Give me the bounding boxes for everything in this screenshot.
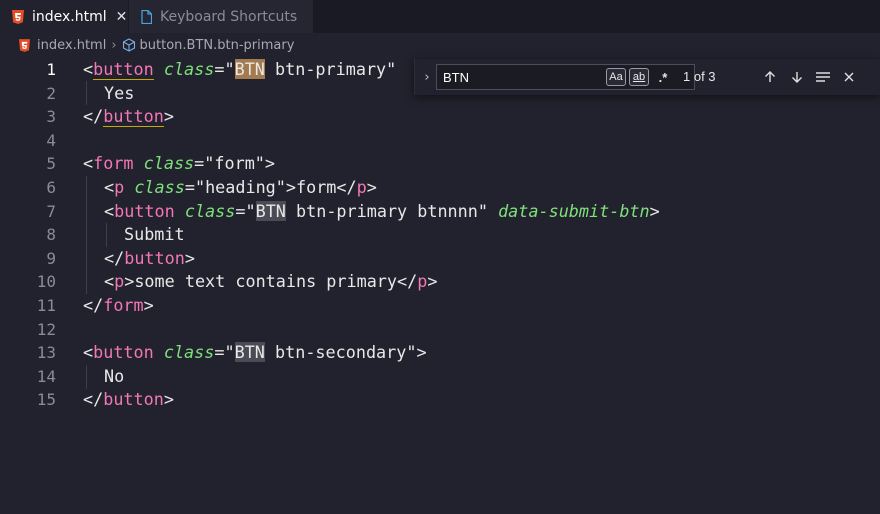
code-line: 7 <button class="BTN btn-primary btnnnn"… <box>0 200 880 224</box>
code-text[interactable]: <button class="BTN btn-secondary"> <box>83 341 427 365</box>
line-number: 10 <box>36 272 56 292</box>
code-text[interactable]: <p class="heading">form</p> <box>104 176 377 200</box>
search-match: BTN <box>234 342 265 363</box>
code-text[interactable]: </button> <box>104 247 195 271</box>
code-line: 15 </button> <box>0 388 880 412</box>
code-line: 14 No <box>0 365 880 389</box>
breadcrumb: index.html › button.BTN.btn-primary <box>0 33 880 57</box>
code-line: 11 </form> <box>0 294 880 318</box>
close-icon[interactable]: ✕ <box>116 9 128 25</box>
line-number: 4 <box>46 130 56 150</box>
code-editor[interactable]: 1 <button class="BTN btn-primary" 2 Yes … <box>0 57 880 514</box>
find-input[interactable] <box>437 65 605 89</box>
toggle-replace-chevron-icon[interactable]: › <box>419 59 435 95</box>
match-count: 1 of 3 <box>683 69 716 84</box>
code-text[interactable]: Yes <box>104 82 134 106</box>
line-number: 8 <box>46 225 56 245</box>
cube-icon <box>122 38 136 52</box>
find-in-selection-button[interactable] <box>813 67 833 87</box>
selection-lines-icon <box>816 72 830 82</box>
code-line: 5 <form class="form"> <box>0 152 880 176</box>
code-line: 12 <box>0 318 880 342</box>
find-widget: › Aa ab .* 1 of 3 <box>414 59 880 95</box>
tab-label: index.html <box>32 8 107 25</box>
code-text[interactable]: Submit <box>124 223 185 247</box>
arrow-up-icon <box>765 71 775 82</box>
tab-label: Keyboard Shortcuts <box>160 8 298 25</box>
arrow-down-icon <box>792 72 802 83</box>
code-line: 4 <box>0 129 880 153</box>
line-number: 5 <box>46 154 56 174</box>
line-number: 12 <box>36 319 56 339</box>
code-text[interactable]: </form> <box>83 294 154 318</box>
use-regex-button[interactable]: .* <box>653 68 673 86</box>
code-line: 6 <p class="heading">form</p> <box>0 176 880 200</box>
close-find-button[interactable] <box>839 67 859 87</box>
code-line: 8 Submit <box>0 223 880 247</box>
code-text[interactable]: </button> <box>83 388 174 412</box>
search-match-current: BTN <box>234 59 265 79</box>
code-text[interactable]: <form class="form"> <box>83 152 275 176</box>
match-whole-word-button[interactable]: ab <box>629 68 649 86</box>
previous-match-button[interactable] <box>760 67 780 87</box>
tab-bar: index.html ✕ Keyboard Shortcuts <box>0 0 880 33</box>
line-number: 14 <box>36 366 56 386</box>
next-match-button[interactable] <box>787 67 807 87</box>
search-match: BTN <box>255 200 286 221</box>
line-number: 2 <box>46 83 56 103</box>
code-line: 3 </button> <box>0 105 880 129</box>
code-text[interactable]: <button class="BTN btn-primary" <box>83 58 396 82</box>
line-number: 9 <box>46 248 56 268</box>
line-number: 3 <box>46 107 56 127</box>
code-line: 10 <p>some text contains primary</p> <box>0 270 880 294</box>
line-number: 6 <box>46 178 56 197</box>
breadcrumb-symbol[interactable]: button.BTN.btn-primary <box>140 38 295 53</box>
html5-icon <box>19 38 30 52</box>
code-text[interactable]: No <box>104 365 124 389</box>
tab-index-html[interactable]: index.html ✕ <box>0 0 128 33</box>
line-number: 1 <box>46 60 56 79</box>
line-number: 15 <box>36 390 56 410</box>
code-line: 13 <button class="BTN btn-secondary"> <box>0 341 880 365</box>
chevron-right-icon: › <box>111 37 117 53</box>
line-number: 7 <box>46 201 56 221</box>
line-number: 13 <box>36 343 56 363</box>
html5-icon <box>12 9 24 24</box>
find-input-box: Aa ab .* <box>436 64 695 90</box>
code-text[interactable]: <button class="BTN btn-primary btnnnn" d… <box>104 200 660 224</box>
line-number: 11 <box>36 296 56 315</box>
match-case-button[interactable]: Aa <box>606 68 626 86</box>
close-icon <box>844 72 854 82</box>
code-text[interactable]: </button> <box>83 105 174 129</box>
tab-keyboard-shortcuts[interactable]: Keyboard Shortcuts <box>129 0 313 33</box>
code-text[interactable]: <p>some text contains primary</p> <box>104 270 437 294</box>
file-icon <box>141 9 152 24</box>
breadcrumb-file[interactable]: index.html <box>37 38 106 53</box>
code-line: 9 </button> <box>0 247 880 271</box>
